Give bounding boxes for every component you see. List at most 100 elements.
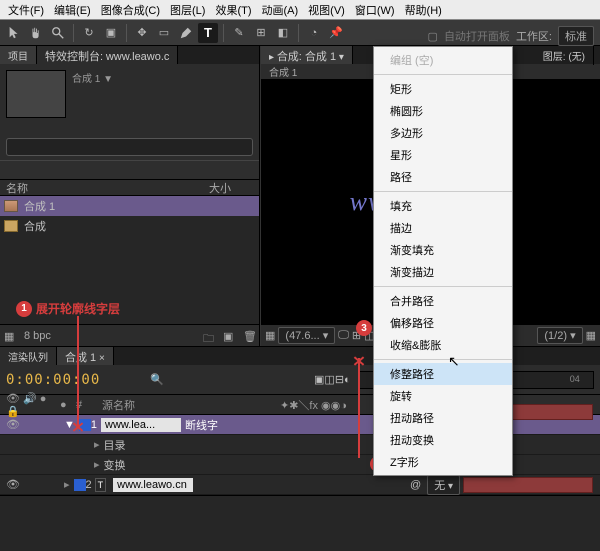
layer-row-2[interactable]: 👁 ▸ 2 T www.leawo.cn @ 无 ▾ (0, 475, 600, 495)
workspace-label: 工作区: (516, 28, 552, 44)
workspace-dropdown[interactable]: 标准 (558, 26, 594, 46)
layer-index: 2 (86, 479, 92, 491)
layer-name-field[interactable]: www.leawo.cn (113, 478, 193, 492)
type-tool[interactable]: T (198, 23, 218, 43)
grid-icon[interactable]: ▦ (265, 329, 275, 342)
layer-index: 1 (91, 419, 97, 431)
eraser-tool[interactable]: ◧ (273, 23, 293, 43)
ctx-path[interactable]: 路径 (374, 166, 512, 188)
visibility-toggle[interactable]: 👁 (6, 478, 20, 491)
stamp-tool[interactable]: ⊞ (251, 23, 271, 43)
ctx-stroke[interactable]: 描边 (374, 217, 512, 239)
menu-window[interactable]: 窗口(W) (351, 0, 399, 20)
viewer-opt-4[interactable]: ▦ (586, 329, 596, 342)
color-chip[interactable] (74, 479, 86, 491)
twirl-icon[interactable]: ▸ (94, 458, 100, 471)
menu-file[interactable]: 文件(F) (4, 0, 48, 20)
rect-tool[interactable]: ▭ (154, 23, 174, 43)
ctx-rect[interactable]: 矩形 (374, 78, 512, 100)
roto-tool[interactable]: ◔ (304, 23, 324, 43)
folder-icon (4, 220, 18, 232)
ctx-polygon[interactable]: 多边形 (374, 122, 512, 144)
layer-name-field[interactable]: www.lea... (101, 418, 181, 432)
ctx-gradfill[interactable]: 渐变填充 (374, 239, 512, 261)
search-icon[interactable]: 🔍 (150, 373, 164, 386)
twirl-icon[interactable]: ▸ (64, 478, 70, 491)
project-thumbnail (6, 70, 66, 118)
hand-tool[interactable] (26, 23, 46, 43)
parent-dropdown[interactable]: 无 ▾ (427, 475, 460, 495)
ctx-pucker[interactable]: 收缩&膨胀 (374, 334, 512, 356)
twirl-icon[interactable]: ▸ (94, 438, 100, 451)
project-item-label: 合成 1 (24, 198, 55, 214)
tl-switch-3[interactable]: ⊟ (335, 373, 344, 386)
ctx-merge[interactable]: 合并路径 (374, 290, 512, 312)
col-name[interactable]: 名称 (0, 180, 209, 195)
project-filter-row[interactable] (0, 160, 259, 180)
trash-icon[interactable]: 🗑 (243, 330, 255, 342)
tl-switch-1[interactable]: ▣ (314, 373, 324, 386)
viewer-opt-2[interactable]: ⊞ (352, 329, 361, 342)
selection-tool[interactable] (4, 23, 24, 43)
col-size[interactable]: 大小 (209, 180, 259, 195)
ctx-fill[interactable]: 填充 (374, 195, 512, 217)
ctx-wiggle-trans[interactable]: 扭动变换 (374, 429, 512, 451)
ctx-gradstroke[interactable]: 渐变描边 (374, 261, 512, 283)
ctx-twist[interactable]: 旋转 (374, 385, 512, 407)
brush-tool[interactable]: ✎ (229, 23, 249, 43)
project-panel: 项目 特效控制台: www.leawo.c 合成 1 ▼ 名称 大小 合成 1 … (0, 46, 260, 346)
puppet-tool[interactable]: 📌 (326, 23, 346, 43)
layer-suffix: 断线字 (185, 417, 218, 433)
comp-tab[interactable]: ▸ 合成: 合成 1 ▾ (261, 46, 353, 64)
effect-controls-tab[interactable]: 特效控制台: www.leawo.c (37, 46, 178, 64)
ctx-ellipse[interactable]: 椭圆形 (374, 100, 512, 122)
prop-label: 目录 (104, 437, 126, 453)
menu-effect[interactable]: 效果(T) (211, 0, 255, 20)
zoom-dropdown[interactable]: (47.6... ▾ (278, 327, 335, 344)
ctx-wiggle-path[interactable]: 扭动路径 (374, 407, 512, 429)
project-item-comp[interactable]: 合成 1 (0, 196, 259, 216)
anchor-tool[interactable]: ✥ (132, 23, 152, 43)
layer-clip[interactable] (463, 477, 593, 493)
annotation-arrow-1 (77, 316, 79, 428)
ctx-zigzag[interactable]: Z字形 (374, 451, 512, 473)
menu-help[interactable]: 帮助(H) (401, 0, 446, 20)
workspace-selector: ▢ 自动打开面板 工作区: 标准 (428, 26, 594, 46)
menu-layer[interactable]: 图层(L) (166, 0, 209, 20)
resolution-dropdown[interactable]: (1/2) ▾ (537, 327, 582, 344)
project-footer: ▦ 8 bpc 🗀 ▣ 🗑 (0, 324, 259, 346)
layer-tab[interactable]: 图层: (无) (535, 46, 594, 65)
pen-tool[interactable] (176, 23, 196, 43)
annotation-arrow-2 (358, 358, 360, 458)
camera-tool[interactable]: ▣ (101, 23, 121, 43)
ctx-offset[interactable]: 偏移路径 (374, 312, 512, 334)
search-input[interactable] (6, 138, 253, 156)
zoom-tool[interactable] (48, 23, 68, 43)
project-item-folder[interactable]: 合成 (0, 216, 259, 236)
context-menu: 编组 (空) 矩形 椭圆形 多边形 星形 路径 填充 描边 渐变填充 渐变描边 … (373, 46, 513, 476)
timeline-comp-tab[interactable]: 合成 1 × (57, 347, 114, 365)
tl-switch-4[interactable]: ◐ (344, 374, 351, 386)
bpc-toggle[interactable]: 8 bpc (24, 330, 51, 342)
tl-switch-2[interactable]: ◫ (324, 373, 334, 386)
project-tab[interactable]: 项目 (0, 46, 37, 64)
menu-edit[interactable]: 编辑(E) (50, 0, 95, 20)
current-timecode[interactable]: 0:00:00:00 (6, 372, 100, 388)
menu-animation[interactable]: 动画(A) (258, 0, 303, 20)
new-folder-icon[interactable]: 🗀 (203, 330, 215, 342)
ctx-star[interactable]: 星形 (374, 144, 512, 166)
render-queue-tab[interactable]: 渲染队列 (0, 347, 57, 365)
viewer-opt-1[interactable]: 🖵 (338, 329, 349, 342)
project-search[interactable] (6, 138, 253, 156)
menu-bar: 文件(F) 编辑(E) 图像合成(C) 图层(L) 效果(T) 动画(A) 视图… (0, 0, 600, 20)
ctx-trimpaths[interactable]: 修整路径 (374, 363, 512, 385)
visibility-toggle[interactable]: 👁 (6, 418, 20, 431)
new-comp-icon[interactable]: ▣ (223, 330, 235, 342)
interpret-icon[interactable]: ▦ (4, 330, 16, 342)
rotate-tool[interactable]: ↻ (79, 23, 99, 43)
menu-composition[interactable]: 图像合成(C) (97, 0, 164, 20)
source-name-header[interactable]: 源名称 (98, 397, 280, 413)
parent-pick[interactable]: @ (410, 479, 421, 491)
ctx-group: 编组 (空) (374, 49, 512, 71)
menu-view[interactable]: 视图(V) (304, 0, 349, 20)
